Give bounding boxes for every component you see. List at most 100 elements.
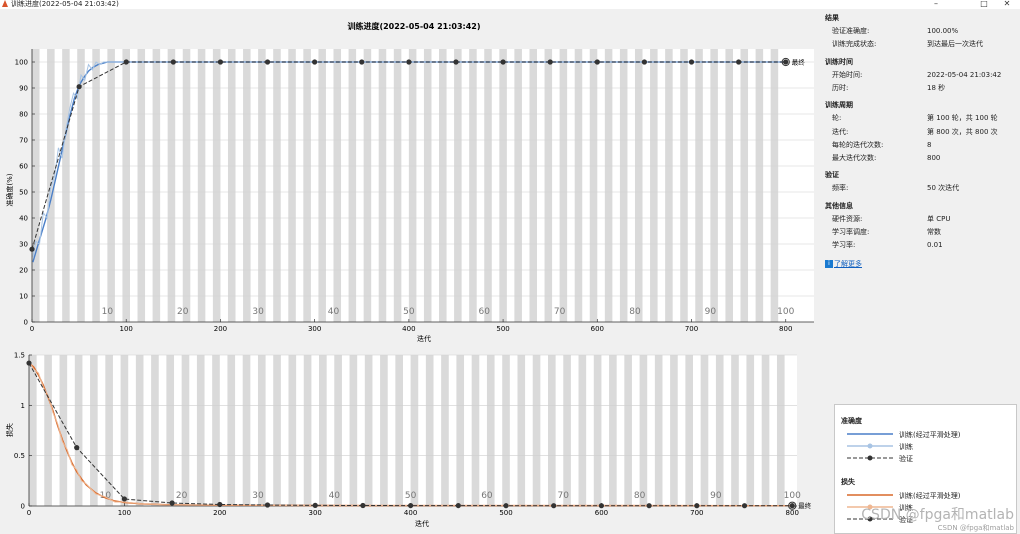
learn-more-link[interactable]: i 了解更多 <box>825 258 1015 270</box>
row-iterations-per-epoch: 每轮的迭代次数: 8 <box>832 140 932 149</box>
row-hardware: 硬件资源: 单 CPU <box>832 214 951 223</box>
accuracy-epoch-band <box>544 49 553 322</box>
accuracy-epoch-label: 10 <box>102 307 114 317</box>
row-validation-accuracy: 验证准确度: 100.00% <box>832 27 959 36</box>
legend-acc-raw: 训练 <box>841 441 1011 452</box>
section-cycle-title: 训练周期 <box>825 101 853 110</box>
legend-accuracy-title: 准确度 <box>841 417 862 425</box>
legend-acc-val-swatch <box>847 455 893 461</box>
loss-epoch-band <box>563 355 571 506</box>
accuracy-validation-point <box>688 59 695 65</box>
loss-epoch-band <box>517 355 526 506</box>
accuracy-x-tick-label: 0 <box>30 325 34 333</box>
accuracy-validation-point <box>29 246 35 252</box>
accuracy-epoch-band <box>318 49 326 322</box>
accuracy-epoch-band <box>770 49 779 322</box>
accuracy-validation-point <box>594 59 600 65</box>
loss-epoch-band <box>349 355 358 506</box>
accuracy-epoch-band <box>634 49 643 322</box>
loss-validation-point <box>360 502 366 509</box>
loss-epoch-label: 60 <box>481 491 493 501</box>
loss-y-tick-label: 1 <box>21 402 25 410</box>
loss-epoch-band <box>746 355 755 506</box>
accuracy-epoch-label: 40 <box>328 307 340 317</box>
loss-epoch-band <box>776 355 785 506</box>
csdn-watermark: CSDN @fpga和matlab <box>861 507 1014 523</box>
loss-epoch-band <box>105 355 113 506</box>
csdn-watermark-small: CSDN @fpga和matlab <box>937 524 1014 532</box>
loss-y-tick-label: 0.5 <box>14 452 25 460</box>
accuracy-validation-point <box>123 59 129 65</box>
accuracy-epoch-band <box>62 49 70 322</box>
accuracy-validation-point <box>500 59 506 65</box>
accuracy-epoch-band <box>650 49 658 322</box>
accuracy-y-tick-label: 20 <box>19 267 28 275</box>
loss-epoch-band <box>715 355 724 506</box>
loss-epoch-band <box>273 355 281 506</box>
section-other-title: 其他信息 <box>825 201 853 210</box>
close-icon[interactable]: ✕ <box>999 0 1015 9</box>
loss-epoch-band <box>242 355 251 506</box>
loss-epoch-band <box>120 355 129 506</box>
accuracy-x-tick-label: 300 <box>308 325 321 333</box>
loss-epoch-band <box>578 355 587 506</box>
accuracy-y-tick-label: 60 <box>19 163 28 171</box>
accuracy-y-tick-label: 30 <box>19 241 28 249</box>
accuracy-epoch-band <box>107 49 115 322</box>
loss-epoch-band <box>502 355 510 506</box>
loss-final-label: 最终 <box>798 501 812 510</box>
loss-epoch-band <box>59 355 68 506</box>
accuracy-epoch-band <box>167 49 176 322</box>
accuracy-y-tick-label: 40 <box>19 215 28 223</box>
legend-acc-smoothed-swatch <box>847 433 893 435</box>
row-epoch: 轮: 第 100 轮，共 100 轮 <box>832 114 998 123</box>
legend-acc-raw-swatch <box>847 443 893 449</box>
row-elapsed: 历时: 18 秒 <box>832 83 946 92</box>
loss-validation-point <box>121 496 128 502</box>
loss-validation-point <box>169 500 175 506</box>
accuracy-epoch-band <box>182 49 191 322</box>
loss-epoch-band <box>410 355 419 506</box>
legend-loss-smoothed-swatch <box>847 494 893 496</box>
loss-validation-point <box>26 360 32 366</box>
loss-epoch-band <box>532 355 541 506</box>
row-iteration: 迭代: 第 800 次，共 800 次 <box>832 127 998 136</box>
accuracy-ylabel: 准确度(%) <box>5 173 14 206</box>
loss-epoch-label: 80 <box>634 491 646 501</box>
loss-validation-point <box>646 503 652 509</box>
minimize-icon[interactable]: – <box>928 0 944 9</box>
loss-epoch-band <box>303 355 312 506</box>
loss-y-tick-label: 1.5 <box>14 352 25 360</box>
loss-epoch-label: 100 <box>784 491 801 501</box>
loss-ylabel: 损失 <box>5 423 14 437</box>
loss-x-tick-label: 100 <box>118 509 131 517</box>
loss-epoch-band <box>609 355 617 506</box>
loss-epoch-band <box>547 355 556 506</box>
accuracy-y-tick-label: 50 <box>19 189 28 197</box>
loss-x-tick-label: 0 <box>27 509 31 517</box>
loss-validation-point <box>789 503 795 509</box>
accuracy-epoch-label: 50 <box>403 307 415 317</box>
loss-epoch-band <box>731 355 739 506</box>
loss-epoch-band <box>624 355 632 506</box>
accuracy-epoch-band <box>273 49 281 322</box>
loss-epoch-band <box>212 355 220 506</box>
accuracy-x-tick-label: 100 <box>120 325 133 333</box>
loss-epoch-label: 30 <box>252 491 264 501</box>
loss-epoch-band <box>395 355 403 506</box>
accuracy-epoch-band <box>92 49 100 322</box>
accuracy-x-tick-label: 600 <box>591 325 604 333</box>
accuracy-epoch-band <box>288 49 296 322</box>
accuracy-epoch-band <box>529 49 538 322</box>
maximize-icon[interactable]: □ <box>976 0 992 9</box>
accuracy-epoch-band <box>212 49 221 322</box>
accuracy-epoch-band <box>740 49 749 322</box>
accuracy-epoch-band <box>137 49 146 322</box>
loss-validation-point <box>741 503 748 509</box>
accuracy-validation-point <box>406 59 412 65</box>
loss-epoch-band <box>90 355 98 506</box>
legend-acc-validation: 验证 <box>841 453 1011 464</box>
figure-title: 训练进度(2022-05-04 21:03:42) <box>347 21 480 31</box>
loss-validation-point <box>217 501 223 508</box>
accuracy-epoch-band <box>32 49 40 322</box>
